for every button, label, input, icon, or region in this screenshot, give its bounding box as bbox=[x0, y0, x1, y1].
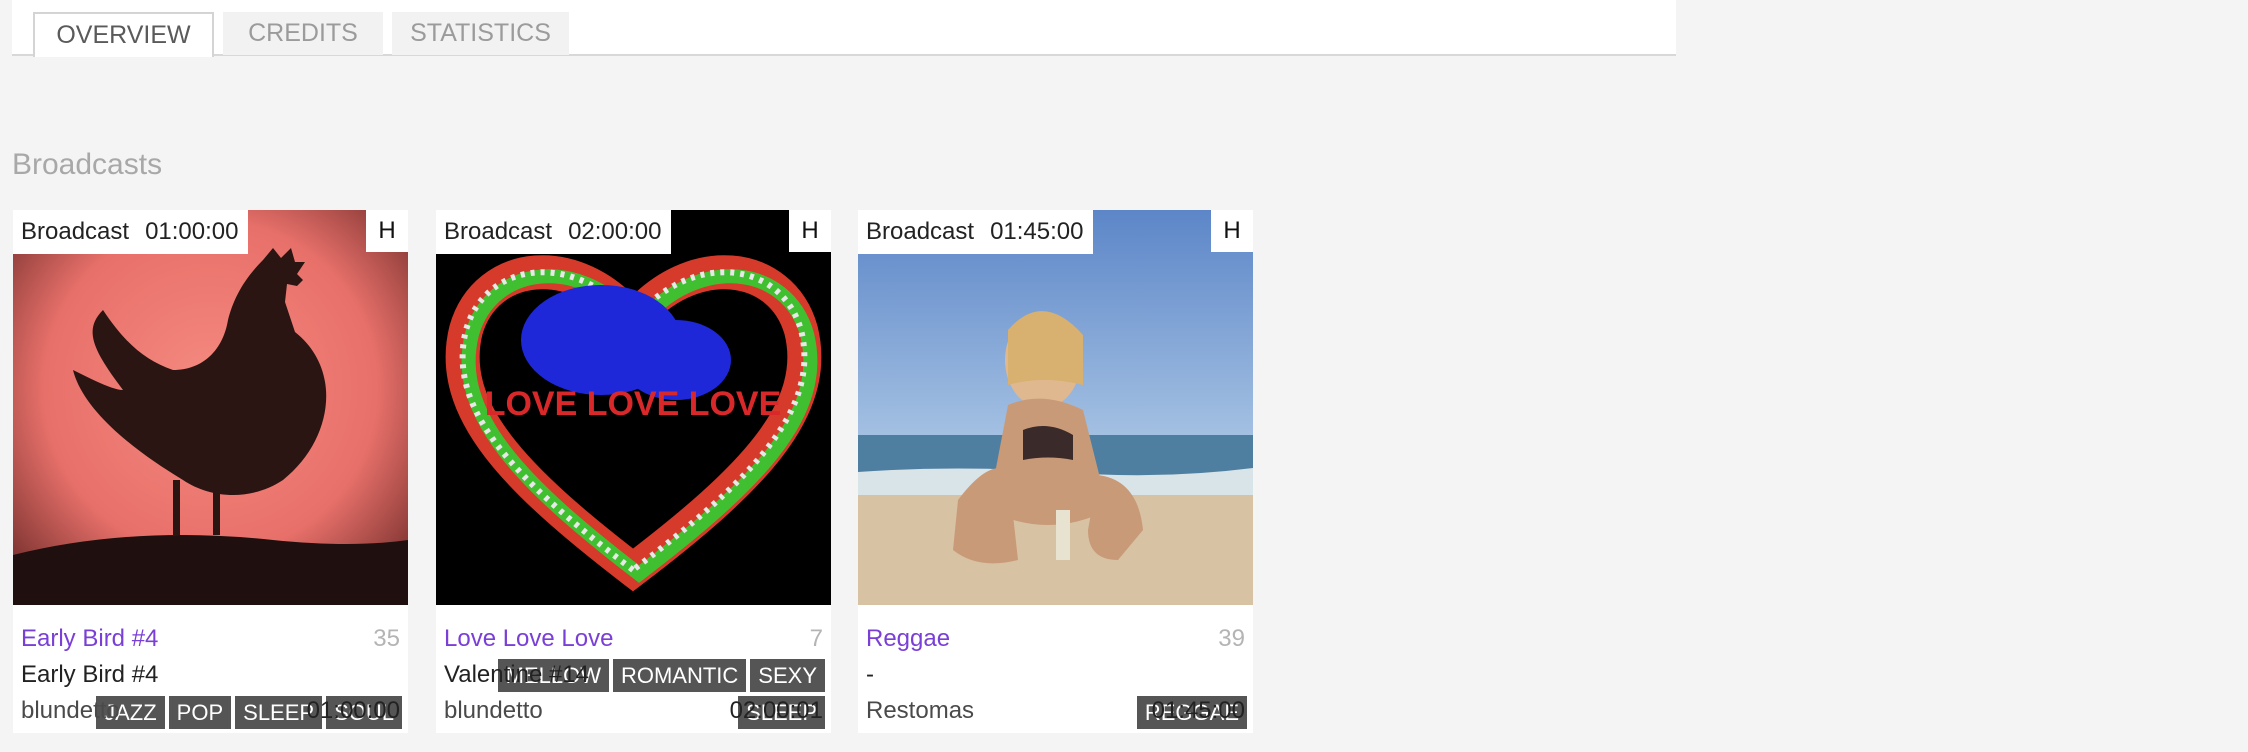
card-subtitle: Early Bird #4 bbox=[21, 661, 159, 688]
card-length: 02:00:01 bbox=[729, 697, 823, 724]
h-button[interactable]: H bbox=[1211, 210, 1253, 252]
card-length: 01:45:00 bbox=[1151, 697, 1245, 724]
tab-overview[interactable]: OVERVIEW bbox=[33, 12, 214, 57]
broadcast-duration: 01:00:00 bbox=[145, 218, 239, 245]
heart-image-text: LOVE LOVE LOVE bbox=[485, 385, 782, 423]
broadcast-label: Broadcast bbox=[866, 218, 975, 245]
broadcast-label: Broadcast bbox=[21, 218, 130, 245]
card-title-link[interactable]: Reggae bbox=[866, 625, 950, 653]
play-count: 39 bbox=[1218, 625, 1245, 652]
rooster-image[interactable] bbox=[13, 210, 408, 605]
beach-image[interactable] bbox=[858, 210, 1253, 605]
tab-bar: OVERVIEW CREDITS STATISTICS bbox=[12, 0, 1676, 57]
broadcast-duration: 01:45:00 bbox=[990, 218, 1084, 245]
broadcast-badge: Broadcast 01:45:00 bbox=[858, 210, 1094, 254]
broadcast-duration: 02:00:00 bbox=[568, 218, 662, 245]
play-count: 35 bbox=[373, 625, 400, 652]
card-user-link[interactable]: Restomas bbox=[866, 697, 974, 725]
tab-credits[interactable]: CREDITS bbox=[223, 12, 383, 55]
broadcast-label: Broadcast bbox=[444, 218, 553, 245]
broadcast-card[interactable]: Broadcast 01:00:00 H JAZZ POP SLEEP SOUL… bbox=[13, 210, 408, 733]
card-subtitle: - bbox=[866, 661, 874, 688]
section-title: Broadcasts bbox=[12, 148, 163, 181]
heart-image[interactable]: LOVE LOVE LOVE bbox=[436, 210, 831, 605]
play-count: 7 bbox=[809, 625, 823, 652]
h-button[interactable]: H bbox=[366, 210, 408, 252]
card-title-link[interactable]: Love Love Love bbox=[444, 625, 613, 653]
broadcast-badge: Broadcast 02:00:00 bbox=[436, 210, 672, 254]
broadcast-badge: Broadcast 01:00:00 bbox=[13, 210, 249, 254]
broadcast-card[interactable]: LOVE LOVE LOVE Broadcast 02:00:00 H MELL… bbox=[436, 210, 831, 733]
broadcast-card[interactable]: Broadcast 01:45:00 H REGGAE Reggae 39 - … bbox=[858, 210, 1253, 733]
tab-statistics[interactable]: STATISTICS bbox=[392, 12, 569, 55]
card-user-link[interactable]: blundetto bbox=[21, 697, 120, 725]
card-title-link[interactable]: Early Bird #4 bbox=[21, 625, 158, 653]
card-length: 01:00:00 bbox=[306, 697, 400, 724]
card-user-link[interactable]: blundetto bbox=[444, 697, 543, 725]
h-button[interactable]: H bbox=[789, 210, 831, 252]
card-subtitle: Valentine #14 bbox=[444, 661, 590, 688]
